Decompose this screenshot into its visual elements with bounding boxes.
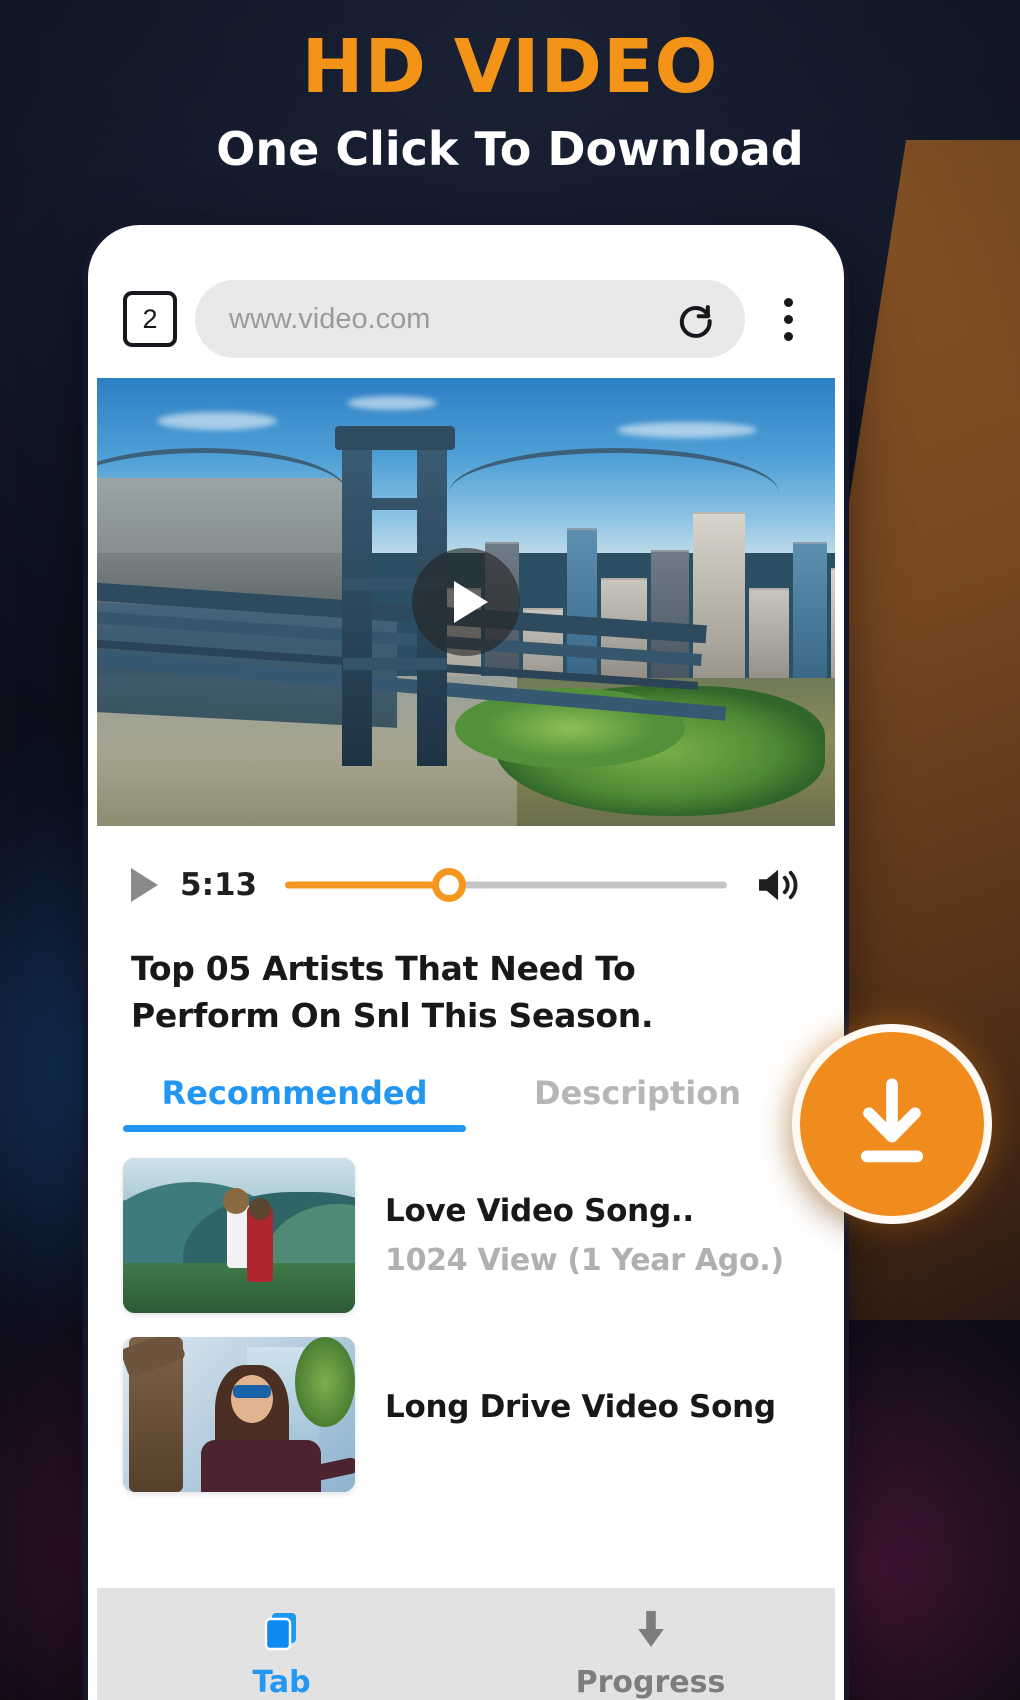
play-triangle [453,581,488,623]
bridge-crossbeam [343,658,447,670]
cloud [617,422,757,438]
seek-bar[interactable] [285,868,727,902]
thumb-person-face [231,1374,273,1423]
thumb-foliage [295,1336,355,1427]
url-input[interactable]: www.video.com [229,303,663,336]
tabs-icon [264,1612,296,1650]
video-title: Top 05 Artists That Need To Perform On S… [131,949,654,1035]
bottom-navigation: Tab Progress [97,1588,835,1700]
download-arrow-icon [637,1610,664,1647]
phone-mockup: 2 www.video.com 5:13 Top 05 Artists That… [88,225,844,1700]
promo-headline: HD VIDEO One Click To Download [0,30,1020,172]
overflow-menu-icon[interactable] [763,297,809,341]
content-tabs: Recommended Description [123,1040,809,1132]
thumb-foreground [123,1262,355,1313]
kebab-dot [783,331,793,341]
phone-screen: 2 www.video.com 5:13 Top 05 Artists That… [97,234,835,1700]
play-circle-icon[interactable] [412,548,520,656]
reload-icon[interactable] [673,297,717,341]
play-icon[interactable] [131,868,158,902]
nav-item-progress[interactable]: Progress [466,1588,835,1700]
seek-thumb[interactable] [431,868,466,902]
list-item-text: Long Drive Video Song [385,1389,809,1439]
thumb-person-body [201,1439,321,1492]
nav-item-label: Tab [252,1664,311,1700]
thumb-person-head [249,1197,271,1220]
download-fab-button[interactable] [792,1024,992,1224]
thumb-sunglasses [233,1384,271,1398]
headline-title: HD VIDEO [301,24,719,110]
list-item[interactable]: Long Drive Video Song [123,1336,809,1492]
kebab-dot [783,297,793,307]
list-item-title: Love Video Song.. [385,1192,694,1229]
recommended-list: Love Video Song.. 1024 View (1 Year Ago.… [97,1132,835,1492]
video-player-preview[interactable] [97,378,835,826]
nav-item-label: Progress [575,1664,726,1700]
thumbnail-woman-sunglasses [123,1336,355,1492]
list-item-text: Love Video Song.. 1024 View (1 Year Ago.… [385,1193,809,1278]
kebab-dot [783,314,793,324]
cloud [347,396,437,410]
tab-recommended[interactable]: Recommended [123,1074,466,1132]
list-item-meta: 1024 View (1 Year Ago.) [385,1242,784,1278]
player-controls: 5:13 [97,826,835,928]
tab-count-button[interactable]: 2 [123,291,177,347]
thumbnail-couple-mountain [123,1157,355,1313]
nav-item-tab[interactable]: Tab [97,1588,466,1700]
tab-count-label: 2 [142,303,158,334]
seek-fill [285,881,449,889]
promo-screenshot: HD VIDEO One Click To Download 2 www.vid… [0,0,1020,1700]
browser-toolbar: 2 www.video.com [97,234,835,378]
list-item[interactable]: Love Video Song.. 1024 View (1 Year Ago.… [123,1157,809,1313]
address-bar[interactable]: www.video.com [195,280,745,358]
bridge-tower-top [335,426,455,450]
volume-icon[interactable] [755,864,805,906]
thumb-person-head [223,1187,249,1214]
tab-active-underline [123,1124,466,1132]
bridge-tower [342,436,372,766]
list-item-title: Long Drive Video Song [385,1389,776,1426]
download-arrow-icon [860,1078,924,1163]
headline-subtitle: One Click To Download [216,122,804,176]
cloud [157,412,277,430]
tab-description[interactable]: Description [466,1074,809,1132]
current-time-label: 5:13 [180,867,258,903]
bridge-cable [449,448,779,538]
bridge-crossbeam [343,498,447,510]
